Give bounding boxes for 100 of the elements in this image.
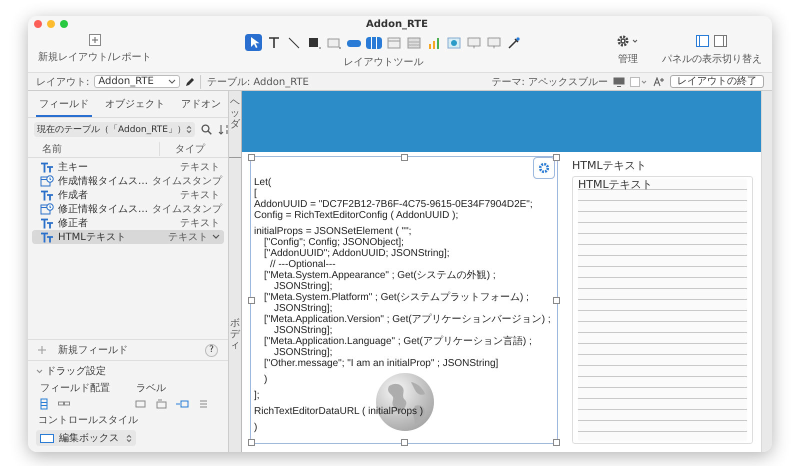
setting-label: コントロールスタイル xyxy=(37,414,139,427)
theme-label: テーマ: アペックスブルー xyxy=(491,76,608,88)
resize-handle[interactable] xyxy=(553,439,560,446)
part-tab[interactable]: ボディ xyxy=(229,158,241,452)
scroll-bar[interactable] xyxy=(761,91,772,452)
disclosure-icon[interactable] xyxy=(36,368,43,374)
text-field-icon xyxy=(40,232,54,242)
sidebar-tab[interactable]: フィールド xyxy=(36,95,92,117)
code-line: [ xyxy=(254,188,258,199)
code-line: RichTextEditorDataURL ( initialProps ) xyxy=(254,406,424,417)
field-type: テキスト xyxy=(180,189,220,202)
control-style-dropdown[interactable]: 編集ボックス xyxy=(36,430,136,446)
code-line: Config = RichTextEditorConfig ( AddonUUID ); xyxy=(254,210,460,221)
resize-handle[interactable] xyxy=(401,439,408,446)
field-name: 主キー xyxy=(58,160,89,174)
plus-icon[interactable] xyxy=(88,34,101,46)
exit-layout-button[interactable]: レイアウトの終了 xyxy=(670,75,764,88)
sort-icon[interactable] xyxy=(218,124,230,135)
field-name: 修正者 xyxy=(58,216,89,230)
text-field-icon xyxy=(40,190,54,200)
code-line: ["Config"; Config; JSONObject]; xyxy=(263,237,405,248)
search-icon[interactable] xyxy=(200,124,212,135)
field-name: 作成者 xyxy=(58,188,89,202)
field-type: テキスト xyxy=(168,231,208,244)
field-list-item[interactable]: 作成者 テキスト xyxy=(32,188,224,202)
code-line: Let( xyxy=(254,177,272,188)
field-list-item[interactable]: 修正情報タイムス… タイムスタンプ xyxy=(32,202,224,216)
monitor-icon[interactable] xyxy=(613,76,625,86)
label-none-icon[interactable] xyxy=(134,398,147,410)
edit-box-icon xyxy=(40,434,54,442)
field-list-item[interactable]: 修正者 テキスト xyxy=(32,216,224,230)
eyedropper-icon xyxy=(506,34,522,50)
label-lines-icon[interactable] xyxy=(197,398,210,410)
field-name: 作成情報タイムス… xyxy=(58,174,148,188)
device-size-icon[interactable] xyxy=(630,76,648,86)
table-dropdown[interactable]: 現在のテーブル（「Addon_RTE」） xyxy=(34,122,195,137)
code-line: ) xyxy=(254,422,258,433)
resize-handle[interactable] xyxy=(248,297,255,304)
toolbar-label: 新規レイアウト/レポート xyxy=(38,50,152,64)
setting-label: ラベル xyxy=(135,382,167,395)
pencil-icon[interactable] xyxy=(184,76,195,86)
code-line: ["Meta.Application.Language" ; Get(アプリケーション言語) ; JSONString]; xyxy=(263,336,533,358)
table-label: テーブル: Addon_RTE xyxy=(200,74,309,88)
gear-icon xyxy=(538,162,550,174)
font-size-icon[interactable] xyxy=(653,76,665,86)
field-list-item[interactable]: 主キー テキスト xyxy=(32,160,224,174)
stepper-icon xyxy=(186,125,192,134)
field-type: テキスト xyxy=(180,161,220,174)
setting-label: フィールド配置 xyxy=(39,382,110,395)
gear-icon[interactable] xyxy=(616,34,640,48)
plus-icon xyxy=(38,346,46,354)
code-line: AddonUUID = "DC7F2B12-7B6F-4C75-9615-0E34F7904D2E"; xyxy=(254,199,534,210)
column-header: 名前 xyxy=(42,143,63,156)
text-field-icon xyxy=(40,162,54,172)
sidebar-tab[interactable]: アドオン xyxy=(178,95,224,117)
resize-handle[interactable] xyxy=(553,297,560,304)
section-title: ドラッグ設定 xyxy=(46,364,106,378)
toolbar-label: レイアウトツール xyxy=(344,56,424,69)
field-type: テキスト xyxy=(180,217,220,230)
label-top-icon[interactable] xyxy=(155,398,168,410)
vertical-layout-icon[interactable] xyxy=(38,398,50,410)
portal-icon xyxy=(406,34,422,50)
code-line: // ---Optional--- xyxy=(269,259,337,270)
code-line: ["Meta.System.Appearance" ; Get(システムの外観) ; JSONString]; xyxy=(263,270,497,292)
panel-toggle-icon[interactable] xyxy=(695,34,729,48)
new-field-button[interactable]: 新規フィールド xyxy=(38,343,128,357)
stepper-icon xyxy=(126,434,132,442)
window-title: Addon_RTE xyxy=(365,18,429,30)
help-button[interactable]: ? xyxy=(205,344,218,356)
field-name: HTMLテキスト xyxy=(58,231,127,244)
label-left-icon[interactable] xyxy=(176,398,189,410)
panel-icon xyxy=(386,34,402,50)
chevron-icon[interactable] xyxy=(212,234,220,240)
layout-dropdown[interactable]: Addon_RTE xyxy=(94,75,180,88)
toolbar-label: 管理 xyxy=(618,53,638,66)
settings-button[interactable] xyxy=(533,157,555,179)
layout-label: レイアウト: xyxy=(36,76,90,88)
web-viewer[interactable] xyxy=(250,156,558,444)
button-bar-icon xyxy=(366,34,382,50)
field-name: 修正情報タイムス… xyxy=(58,202,148,216)
popover-icon xyxy=(486,34,502,50)
resize-handle[interactable] xyxy=(553,154,560,161)
resize-handle[interactable] xyxy=(248,439,255,446)
code-line: ["AddonUUID"; AddonUUID; JSONString]; xyxy=(263,248,451,259)
column-header: タイプ xyxy=(159,142,220,156)
code-line: ) xyxy=(263,374,268,385)
calendar-clock-icon xyxy=(40,175,54,187)
sidebar-tab[interactable]: オブジェクト xyxy=(102,95,168,117)
code-line: ]; xyxy=(254,390,261,401)
part-tab[interactable]: ヘッダ xyxy=(229,91,241,158)
toolbar-label: パネルの表示切り替え xyxy=(662,52,762,66)
chevron-icon xyxy=(168,78,176,84)
field-list-item[interactable]: HTMLテキスト テキスト xyxy=(32,230,224,244)
code-line: initialProps = JSONSetElement ( ""; xyxy=(254,226,412,237)
field-list-item[interactable]: 作成情報タイムス… タイムスタンプ xyxy=(32,174,224,188)
resize-handle[interactable] xyxy=(401,154,408,161)
text-field[interactable]: HTMLテキスト xyxy=(572,176,753,444)
code-line: ["Meta.System.Platform" ; Get(システムプラットフォーム) ; JSONString]; xyxy=(263,292,530,314)
popover-icon xyxy=(466,34,482,50)
resize-handle[interactable] xyxy=(248,154,255,161)
